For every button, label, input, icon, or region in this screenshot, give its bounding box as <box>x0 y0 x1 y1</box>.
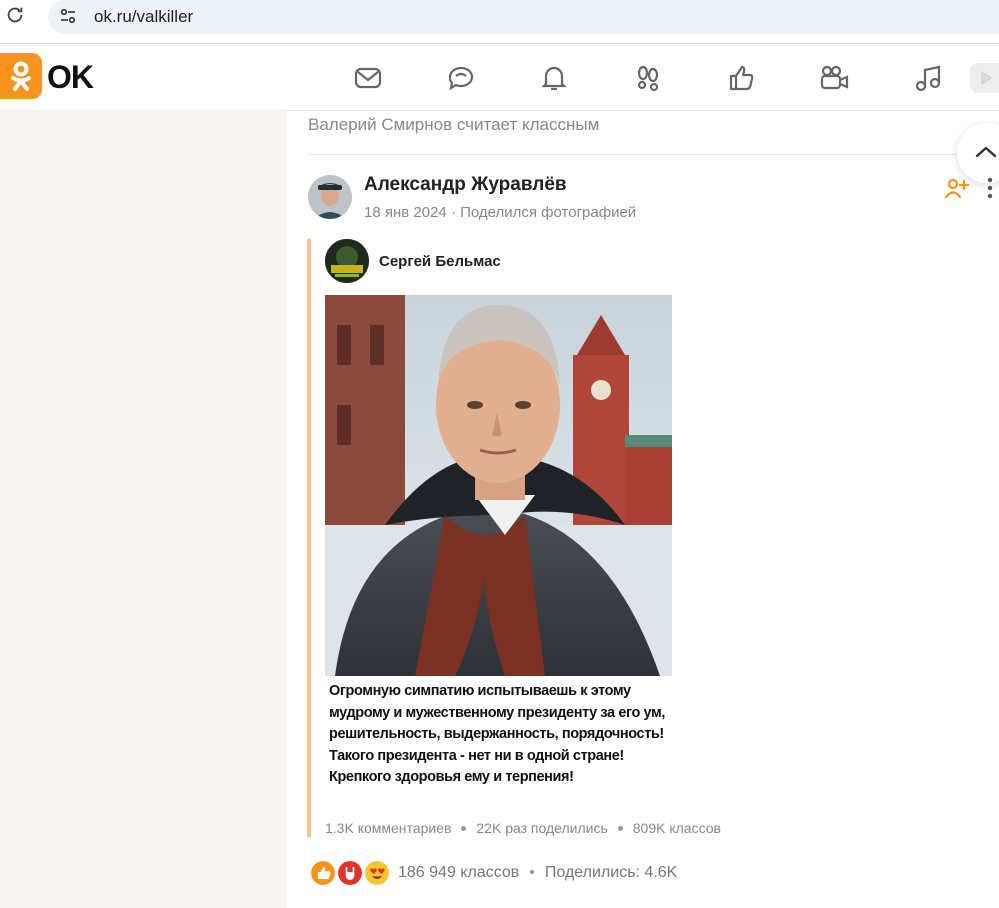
music-icon[interactable] <box>912 62 944 94</box>
post-totals: 186 949 классов • Поделились: 4.6K <box>398 864 677 882</box>
love-reaction-icon <box>363 859 391 887</box>
notifications-icon[interactable] <box>538 62 570 94</box>
scroll-to-top-button[interactable] <box>957 123 999 183</box>
site-header: OK <box>0 45 999 111</box>
stats-dot <box>461 825 467 831</box>
address-bar[interactable]: ok.ru/valkiller <box>48 0 999 34</box>
site-settings-icon[interactable] <box>58 6 78 26</box>
photo-caption: Огромную симпатию испытываешь к этому му… <box>325 676 672 806</box>
post-photo[interactable]: Огромную симпатию испытываешь к этому му… <box>325 295 672 806</box>
more-services-icon[interactable] <box>970 63 999 93</box>
meta-separator: · <box>450 204 456 221</box>
post-meta: 18 янв 2024 · Поделился фотографией <box>364 204 636 221</box>
add-friend-icon[interactable] <box>944 177 970 199</box>
feed: Валерий Смирнов считает классным Алексан… <box>287 111 999 908</box>
divider <box>307 154 987 155</box>
reaction-icons[interactable] <box>309 859 399 889</box>
discussions-icon[interactable] <box>445 62 477 94</box>
post-shares-count[interactable]: Поделились: 4.6K <box>545 864 677 881</box>
left-sidebar <box>0 111 287 908</box>
liked-by-text[interactable]: Валерий Смирнов считает классным <box>308 115 599 135</box>
stats-dot <box>617 825 623 831</box>
post-author-name[interactable]: Александр Журавлёв <box>364 174 567 196</box>
reload-icon[interactable] <box>4 4 26 26</box>
logo-text[interactable]: OK <box>47 59 94 96</box>
ok-logo-icon[interactable] <box>0 53 42 99</box>
more-options-icon[interactable] <box>985 177 995 199</box>
post-date[interactable]: 18 янв 2024 <box>364 204 447 221</box>
totals-separator: • <box>529 864 535 881</box>
post-likes-count[interactable]: 186 949 классов <box>398 864 519 881</box>
author-avatar[interactable] <box>308 175 352 219</box>
repost-author-name[interactable]: Сергей Бельмас <box>379 253 501 270</box>
guests-icon[interactable] <box>632 62 664 94</box>
repost-accent-bar <box>307 239 311 837</box>
browser-toolbar: ok.ru/valkiller <box>0 0 999 44</box>
video-icon[interactable] <box>818 62 850 94</box>
repost-shares-count[interactable]: 22K раз поделились <box>476 820 607 836</box>
url-text[interactable]: ok.ru/valkiller <box>94 7 193 27</box>
repost-likes-count[interactable]: 809K классов <box>633 820 721 836</box>
messages-icon[interactable] <box>352 62 384 94</box>
like-reaction-icon <box>309 859 337 887</box>
post-action: Поделился фотографией <box>460 204 637 221</box>
likes-icon[interactable] <box>726 62 758 94</box>
repost-stats: 1.3K комментариев 22K раз поделились 809K … <box>325 820 721 836</box>
rock-reaction-icon <box>336 859 364 887</box>
repost-author-avatar[interactable] <box>325 239 369 283</box>
repost-comments-count[interactable]: 1.3K комментариев <box>325 820 451 836</box>
